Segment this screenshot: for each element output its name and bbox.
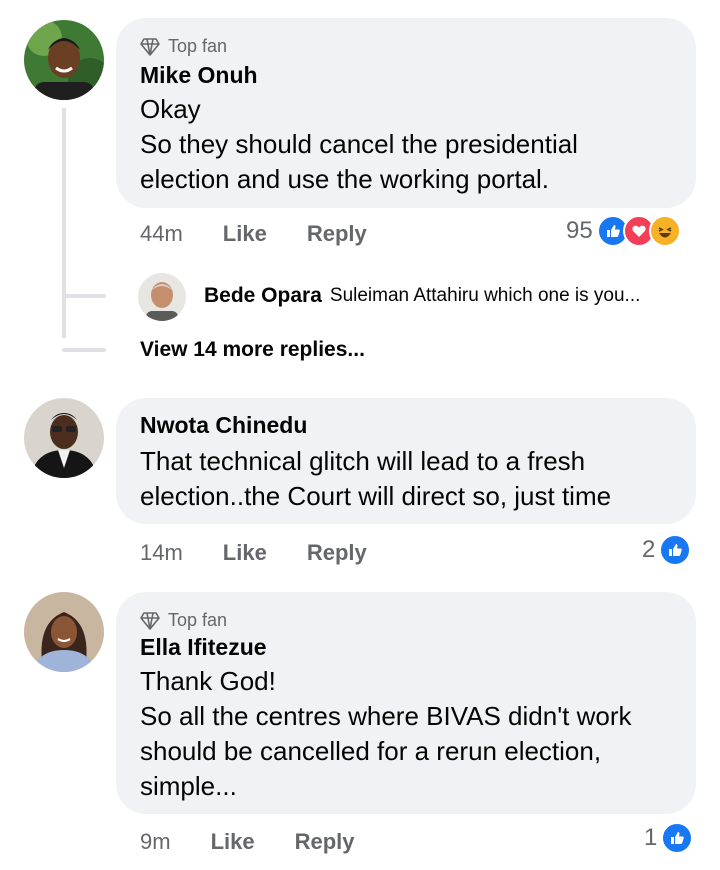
like-icon [661,822,694,854]
diamond-icon [140,37,160,56]
reaction-summary[interactable]: 1 [644,822,694,854]
comment-actions: 14m Like Reply [140,540,367,566]
comment-time: 14m [140,540,183,565]
top-fan-badge: Top fan [140,36,227,57]
reaction-count: 2 [642,536,656,563]
reply-button[interactable]: Reply [307,540,367,566]
top-fan-badge: Top fan [140,610,227,631]
comment-actions: 44m Like Reply [140,221,367,247]
like-button[interactable]: Like [223,540,267,566]
reply-text: Suleiman Attahiru which one is you... [329,285,641,306]
reaction-summary[interactable]: 95 [566,215,681,247]
comment-author[interactable]: Ella Ifitezue [140,634,267,661]
avatar-mike-onuh[interactable] [24,20,104,100]
avatar-nwota-chinedu[interactable] [24,398,104,478]
like-icon [659,534,692,566]
reply-preview[interactable]: Bede Opara Suleiman Attahiru which one i… [204,284,640,308]
diamond-icon [140,611,160,630]
thread-line-branch-2 [62,348,106,352]
comment-actions: 9m Like Reply [140,829,355,855]
reaction-count: 95 [566,217,593,244]
reply-button[interactable]: Reply [307,221,367,247]
comment-time: 44m [140,221,183,246]
view-more-replies-link[interactable]: View 14 more replies... [140,338,365,362]
haha-icon [648,215,681,247]
comment-bubble: Top fan Mike Onuh Okay So they should ca… [116,18,696,208]
thread-line-vertical [62,108,66,338]
reply-button[interactable]: Reply [295,829,355,855]
reply-author[interactable]: Bede Opara [204,284,322,308]
comment-text: Thank God! So all the centres where BIVA… [140,666,632,801]
badge-label: Top fan [168,610,228,630]
avatar-ella-ifitezue[interactable] [24,592,104,672]
reaction-count: 1 [644,824,658,851]
reaction-summary[interactable]: 2 [642,534,692,566]
comment-author[interactable]: Nwota Chinedu [140,412,307,439]
badge-label: Top fan [168,36,228,56]
thread-line-branch-1 [62,294,106,298]
like-button[interactable]: Like [223,221,267,247]
comment-bubble: Top fan Ella Ifitezue Thank God! So all … [116,592,696,814]
comment-text: That technical glitch will lead to a fre… [140,446,612,511]
comment-time: 9m [140,829,171,854]
avatar-bede-opara[interactable] [138,273,186,321]
like-button[interactable]: Like [211,829,255,855]
comment-author[interactable]: Mike Onuh [140,62,258,89]
comment-text: Okay So they should cancel the president… [140,94,578,194]
comment-bubble: Nwota Chinedu That technical glitch will… [116,398,696,524]
